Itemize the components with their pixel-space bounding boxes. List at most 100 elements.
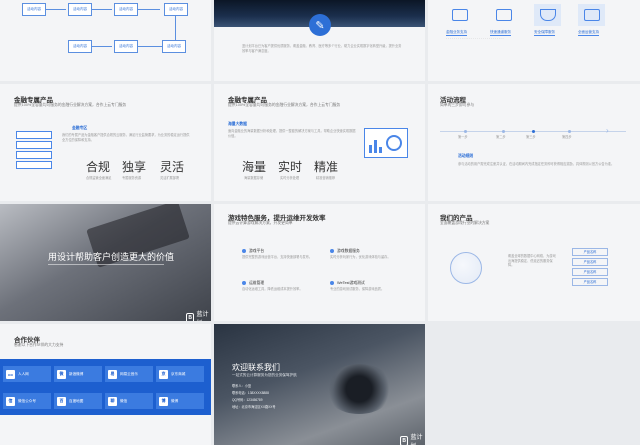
flow-box: 活动内容	[114, 40, 138, 53]
brand-name: 蓝计划	[196, 312, 209, 318]
jet-engine-image	[324, 364, 394, 414]
slide-grid: 活动内容 活动内容 活动内容 活动内容 活动内容 活动内容 活动内容 ✎ 蓝计划…	[0, 0, 640, 445]
banner-title: 用设计帮助客户创造更大的价值	[48, 252, 175, 262]
flow-arrow	[92, 9, 112, 10]
contact-line: 地址：北京市海淀区XX路XX号	[232, 405, 276, 409]
check-icon	[242, 281, 246, 285]
feature-word: 实时	[278, 160, 303, 174]
devices-icon	[578, 4, 605, 26]
feature-word: 灵活	[160, 160, 185, 174]
partner-item[interactable]: 百百度地图	[54, 393, 102, 409]
service-desc: 专业的游戏测试服务，保障游戏品质。	[330, 287, 385, 291]
service-name: WeTest游戏测试	[337, 281, 365, 285]
service-desc: 自动化运维工具，降低运维成本提升效率。	[242, 287, 303, 291]
partner-name: 微博	[171, 398, 179, 403]
tile-partners[interactable]: 合作伙伴 感谢以下合作伙伴的大力支持 co 人人网 微新浪微博 易网易云音乐 京京…	[0, 324, 211, 445]
tile-server-photo[interactable]: ✎ 蓝计划平台已为客户提供优质服务，覆盖金融、教育、医疗等多个行业，助力企业实现…	[214, 0, 425, 81]
globe-icon	[450, 252, 482, 284]
partner-name: 网易云音乐	[120, 371, 138, 376]
partner-logo-icon: 京	[159, 369, 168, 379]
tile-icon-cards[interactable]: 金融业务支持 快速通道服务 安全保障服务 全面运营支持 · · · · · · …	[428, 0, 640, 81]
product-item: 产品名称	[572, 258, 608, 266]
tile-flow[interactable]: 活动内容 活动内容 活动内容 活动内容 活动内容 活动内容 活动内容	[0, 0, 211, 81]
brand-b-icon: B	[400, 436, 409, 445]
tile-contact[interactable]: 欢迎联系我们 一站式的云计算服务为您的业务保驾护航 联系人：小蓝 联系电话：13…	[214, 324, 425, 445]
flow-arrow	[46, 9, 66, 10]
timeline-dot	[568, 130, 571, 133]
service-name: 游戏平台	[249, 249, 265, 253]
tools-icon: ✎	[309, 14, 331, 36]
section-body: 参与活动的用户需完成注册并认证，在活动期间内完成指定任务即可获得相应奖励，具体规…	[458, 162, 615, 166]
partner-logo-icon: co	[6, 369, 15, 379]
server-stack-icon	[16, 131, 52, 169]
partner-item[interactable]: 聊微信	[105, 393, 153, 409]
empty-area	[428, 324, 640, 445]
feature-word: 合规	[86, 160, 111, 174]
partner-logo-icon: 信	[6, 396, 15, 406]
flow-box: 活动内容	[114, 3, 138, 16]
partner-item[interactable]: 信微信公众号	[3, 393, 51, 409]
partner-item[interactable]: 京京东商城	[156, 366, 204, 382]
partner-logo-icon: 聊	[108, 396, 117, 406]
product-desc: 覆盖全球的数据中心网络，为游戏出海提供稳定、低延迟的服务保障。	[508, 254, 556, 267]
timeline-step: 第三步	[526, 135, 536, 139]
feature-sub: 专属服务资源	[122, 176, 142, 180]
service-label: 金融业务支持	[446, 30, 467, 36]
service-label: 安全保障服务	[534, 30, 555, 36]
service-name: 游戏数据服务	[337, 249, 360, 253]
slide-subtitle: 提供100%全容量均可服务的金融行业解决方案，合作上云专门服务	[14, 103, 127, 107]
partner-item[interactable]: 微新浪微博	[54, 366, 102, 382]
tile-banner[interactable]: 用设计帮助客户创造更大的价值 B 蓝计划	[0, 204, 211, 321]
slide-subtitle: 全面覆盖游戏行业的解决方案	[440, 221, 490, 225]
slide-subtitle: 简单的三步即可参与	[440, 103, 475, 107]
service-name: 运维管理	[249, 281, 265, 285]
brand-logo: B 蓝计划	[400, 432, 425, 445]
flow-arrow	[92, 46, 112, 47]
contact-line: 联系电话：138XXXX8888	[232, 391, 269, 395]
partner-item[interactable]: co 人人网	[3, 366, 51, 382]
partner-name: 微信公众号	[18, 398, 36, 403]
tile-finance-2[interactable]: 金融专属产品 提供100%全容量均可服务的金融行业解决方案，合作上云专门服务 海…	[214, 84, 425, 201]
tile-our-products[interactable]: 我们的产品 全面覆盖游戏行业的解决方案 覆盖全球的数据中心网络，为游戏出海提供稳…	[428, 204, 640, 321]
chevron-right-icon: ›	[606, 126, 609, 135]
check-icon	[330, 281, 334, 285]
slide-subtitle: 感谢以下合作伙伴的大力支持	[14, 343, 64, 347]
flow-box: 活动内容	[22, 3, 46, 16]
banner-divider	[48, 264, 164, 265]
flow-box: 活动内容	[162, 40, 186, 53]
partner-logo-icon: 微	[57, 369, 66, 379]
timeline-step: 第四步	[562, 135, 572, 139]
flow-arrow	[138, 9, 160, 10]
feature-sub: 灵活扩展部署	[160, 176, 180, 180]
feature-sub: 实时分析处理	[280, 176, 300, 180]
service-label: 快速通道服务	[490, 30, 511, 36]
brand-logo: B 蓝计划	[186, 309, 211, 321]
flow-box: 活动内容	[164, 3, 188, 16]
section-heading: 金融专区	[72, 126, 88, 130]
timeline-dot	[502, 130, 505, 133]
product-item: 产品名称	[572, 248, 608, 256]
slide-subtitle: 提供100%全容量均可服务的金融行业解决方案，合作上云专门服务	[228, 103, 341, 107]
timeline-dot	[464, 130, 467, 133]
tile-activity-flow[interactable]: 活动流程 简单的三步即可参与 › 第一步 第二步 第三步 第四步 活动规则 参与…	[428, 84, 640, 201]
monitor-icon	[490, 4, 517, 26]
service-desc: 提供完整的游戏运营平台，支持快速部署与发布。	[242, 255, 313, 259]
partner-logo-icon: 博	[159, 396, 168, 406]
brand-name: 蓝计划	[410, 435, 423, 445]
flow-arrow	[175, 16, 176, 40]
section-body: 我们的专属产品为金融客户提供合规的云服务，满足行业监管要求，为业务的稳定运行提供…	[62, 133, 190, 142]
timeline-step: 第一步	[458, 135, 468, 139]
flow-box: 活动内容	[68, 40, 92, 53]
house-icon	[446, 4, 473, 26]
tile-game-services[interactable]: 游戏特色服务，提升运维开发效率 提供云计算游戏解决方案，开发更简单 游戏平台 提…	[214, 204, 425, 321]
tile-finance-1[interactable]: 金融专属产品 提供100%全容量均可服务的金融行业解决方案，合作上云专门服务 金…	[0, 84, 211, 201]
shield-icon	[534, 4, 561, 26]
partner-item[interactable]: 博微博	[156, 393, 204, 409]
timeline-dot	[532, 130, 535, 133]
feature-word: 海量	[242, 160, 267, 174]
service-desc: 实时分析玩家行为，优化游戏体验与留存。	[330, 255, 391, 259]
partner-logo-icon: 易	[108, 369, 117, 379]
mid-description: 蓝计划平台已为客户提供优质服务，覆盖金融、教育、医疗等多个行业，助力企业实现数字…	[242, 44, 402, 53]
partner-item[interactable]: 易网易云音乐	[105, 366, 153, 382]
service-label: 全面运营支持	[578, 30, 599, 36]
